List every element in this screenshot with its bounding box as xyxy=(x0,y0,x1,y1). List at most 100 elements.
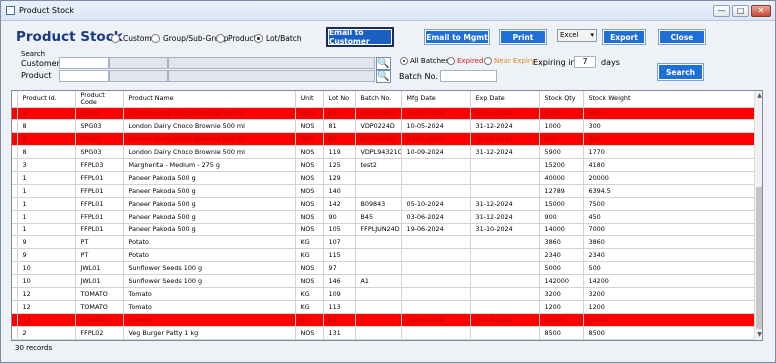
table-cell: 31-10-2024 xyxy=(470,223,540,237)
column-header[interactable]: Batch No. xyxy=(355,91,402,108)
radio-near-expiry[interactable]: Near Expiry xyxy=(484,57,535,65)
table-row[interactable]: 8 SPG03 London Dairy Choco Brownie 500 ml N… xyxy=(12,145,754,160)
grid-header-row: Product Id. Product Code Product Name Unit L… xyxy=(12,91,754,108)
stock-grid[interactable]: Product Id. Product Code Product Name Unit L… xyxy=(11,90,763,341)
table-row[interactable]: 9 PT Potato KG 115 2340 2340 xyxy=(12,248,754,263)
table-cell: 146 xyxy=(323,274,356,288)
expiring-days-input[interactable]: 7 xyxy=(574,56,596,68)
window-close-button[interactable]: ✕ xyxy=(751,5,771,17)
table-row[interactable]: 8 SPG03 London Dairy Choco Brownie 500 ml N… xyxy=(12,107,754,121)
table-row[interactable]: 3 FFPL03 Margherita - Medium - 275 g NOS 125… xyxy=(12,158,754,172)
table-row[interactable]: 1 FFPL01 Paneer Pakoda 500 g NOS 140 12789 639… xyxy=(12,184,754,198)
table-cell xyxy=(355,300,402,314)
column-header[interactable]: Unit xyxy=(295,91,324,108)
table-cell: 142000 xyxy=(539,274,584,288)
radio-product[interactable]: Product xyxy=(216,34,256,43)
table-cell xyxy=(355,287,402,301)
minimize-button[interactable]: — xyxy=(713,5,730,17)
table-row[interactable]: 12 TOMATO Tomato KG 109 3200 3200 xyxy=(12,287,754,301)
table-cell: PT xyxy=(75,248,124,263)
customer-code-input[interactable] xyxy=(59,57,109,69)
table-row[interactable]: 8 SPG03 London Dairy Choco Brownie 500 ml N… xyxy=(12,132,754,147)
table-row[interactable]: 12 TOMATO Tomato KG 91 22-06-2024 30-06-2024 10… xyxy=(12,313,754,327)
maximize-button[interactable]: □ xyxy=(732,5,749,17)
table-cell: FFPL01 xyxy=(75,197,124,211)
column-header[interactable]: Exp Date xyxy=(470,91,540,108)
table-row[interactable]: 2 FFPL02 Veg Burger Patty 1 kg NOS 131 8500 85… xyxy=(12,326,754,340)
table-cell: FFPL01 xyxy=(75,223,124,237)
table-cell: 140 xyxy=(323,184,356,198)
table-cell: NOS xyxy=(295,274,324,288)
table-cell xyxy=(401,261,471,276)
table-cell: 4180 xyxy=(583,158,754,172)
print-button[interactable]: Print xyxy=(499,29,547,45)
table-cell: 8 xyxy=(17,132,76,147)
table-cell: 142 xyxy=(323,197,356,211)
column-header[interactable]: Product Code xyxy=(75,91,124,108)
table-cell: 1000 xyxy=(539,119,584,134)
column-header[interactable]: Product Id. xyxy=(17,91,76,108)
table-cell: 300 xyxy=(583,132,754,147)
table-cell xyxy=(355,235,402,250)
table-cell: VDP0224D xyxy=(355,132,402,147)
scroll-up-icon[interactable]: ▲ xyxy=(755,91,762,101)
column-header[interactable]: Product Name xyxy=(123,91,296,108)
customer-label: Customer xyxy=(21,59,60,68)
search-button[interactable]: Search xyxy=(657,63,704,81)
table-cell: 90 xyxy=(323,210,356,224)
product-code-input[interactable] xyxy=(59,70,109,82)
product-search-icon[interactable]: 🔍 xyxy=(376,70,391,83)
table-cell: Potato xyxy=(123,235,296,250)
table-cell: 3860 xyxy=(539,235,584,250)
export-format-select[interactable]: Excel ▾ xyxy=(557,29,597,42)
table-cell: SPG03 xyxy=(75,119,124,134)
table-cell: FFPL03 xyxy=(75,158,124,172)
column-header[interactable]: Stock Weight xyxy=(583,91,754,108)
table-cell: 40000 xyxy=(539,171,584,185)
table-cell: 600 xyxy=(539,132,584,147)
table-row[interactable]: 1 FFPL01 Paneer Pakoda 500 g NOS 129 40000 200… xyxy=(12,171,754,185)
table-row[interactable]: 1 FFPL01 Paneer Pakoda 500 g NOS 90 B45 03-06-… xyxy=(12,210,754,224)
column-header[interactable]: Lot No xyxy=(323,91,356,108)
table-row[interactable]: 10 JWL01 Sunflower Seeds 100 g NOS 97 5000 500 xyxy=(12,261,754,276)
table-row[interactable]: 1 FFPL01 Paneer Pakoda 500 g NOS 142 B09843 05… xyxy=(12,197,754,211)
table-cell: NOS xyxy=(295,210,324,224)
table-cell: London Dairy Choco Brownie 500 ml xyxy=(123,145,296,160)
vertical-scrollbar[interactable]: ▲ ▼ xyxy=(754,91,762,340)
table-cell: 5900 xyxy=(539,145,584,160)
table-cell: 450 xyxy=(583,210,754,224)
batch-no-input[interactable] xyxy=(440,70,497,82)
scrollbar-thumb[interactable] xyxy=(756,187,762,329)
radio-all-batches[interactable]: All Batches xyxy=(400,57,449,65)
table-cell: SPG03 xyxy=(75,145,124,160)
close-button[interactable]: Close xyxy=(658,29,706,45)
table-cell: Veg Burger Patty 1 kg xyxy=(123,326,296,340)
column-header[interactable]: Stock Qty xyxy=(539,91,584,108)
table-cell: 1 xyxy=(17,184,76,198)
table-row[interactable]: 9 PT Potato KG 107 3860 3860 xyxy=(12,235,754,250)
table-cell: 1770 xyxy=(583,145,754,160)
title-bar[interactable]: Product Stock — □ ✕ xyxy=(1,1,775,21)
table-row[interactable]: 12 TOMATO Tomato KG 113 1200 1200 xyxy=(12,300,754,314)
app-icon xyxy=(6,6,15,15)
table-cell: 14000 xyxy=(539,223,584,237)
email-to-customer-button[interactable]: Email to Customer xyxy=(326,27,394,47)
column-header[interactable]: Mfg Date xyxy=(401,91,471,108)
table-cell: 105 xyxy=(323,223,356,237)
table-cell: 8500 xyxy=(539,326,584,340)
radio-expired[interactable]: Expired xyxy=(447,57,483,65)
table-cell: 14200 xyxy=(583,274,754,288)
email-to-mgmt-button[interactable]: Email to Mgmt xyxy=(424,29,490,45)
table-cell: 15000 xyxy=(539,197,584,211)
table-row[interactable]: 8 SPG03 London Dairy Choco Brownie 500 ml N… xyxy=(12,119,754,134)
table-cell: Tomato xyxy=(123,287,296,301)
table-cell: NOS xyxy=(295,107,324,121)
export-button[interactable]: Export xyxy=(602,29,646,45)
radio-lot-batch[interactable]: Lot/Batch xyxy=(254,34,302,43)
customer-search-icon[interactable]: 🔍 xyxy=(376,57,391,70)
table-row[interactable]: 10 JWL01 Sunflower Seeds 100 g NOS 146 A1 1420… xyxy=(12,274,754,288)
scroll-down-icon[interactable]: ▼ xyxy=(755,330,762,340)
table-row[interactable]: 1 FFPL01 Paneer Pakoda 500 g NOS 105 FFPLJUN2… xyxy=(12,223,754,237)
table-cell: 31-12-2024 xyxy=(470,119,540,134)
table-cell: 7000 xyxy=(583,223,754,237)
